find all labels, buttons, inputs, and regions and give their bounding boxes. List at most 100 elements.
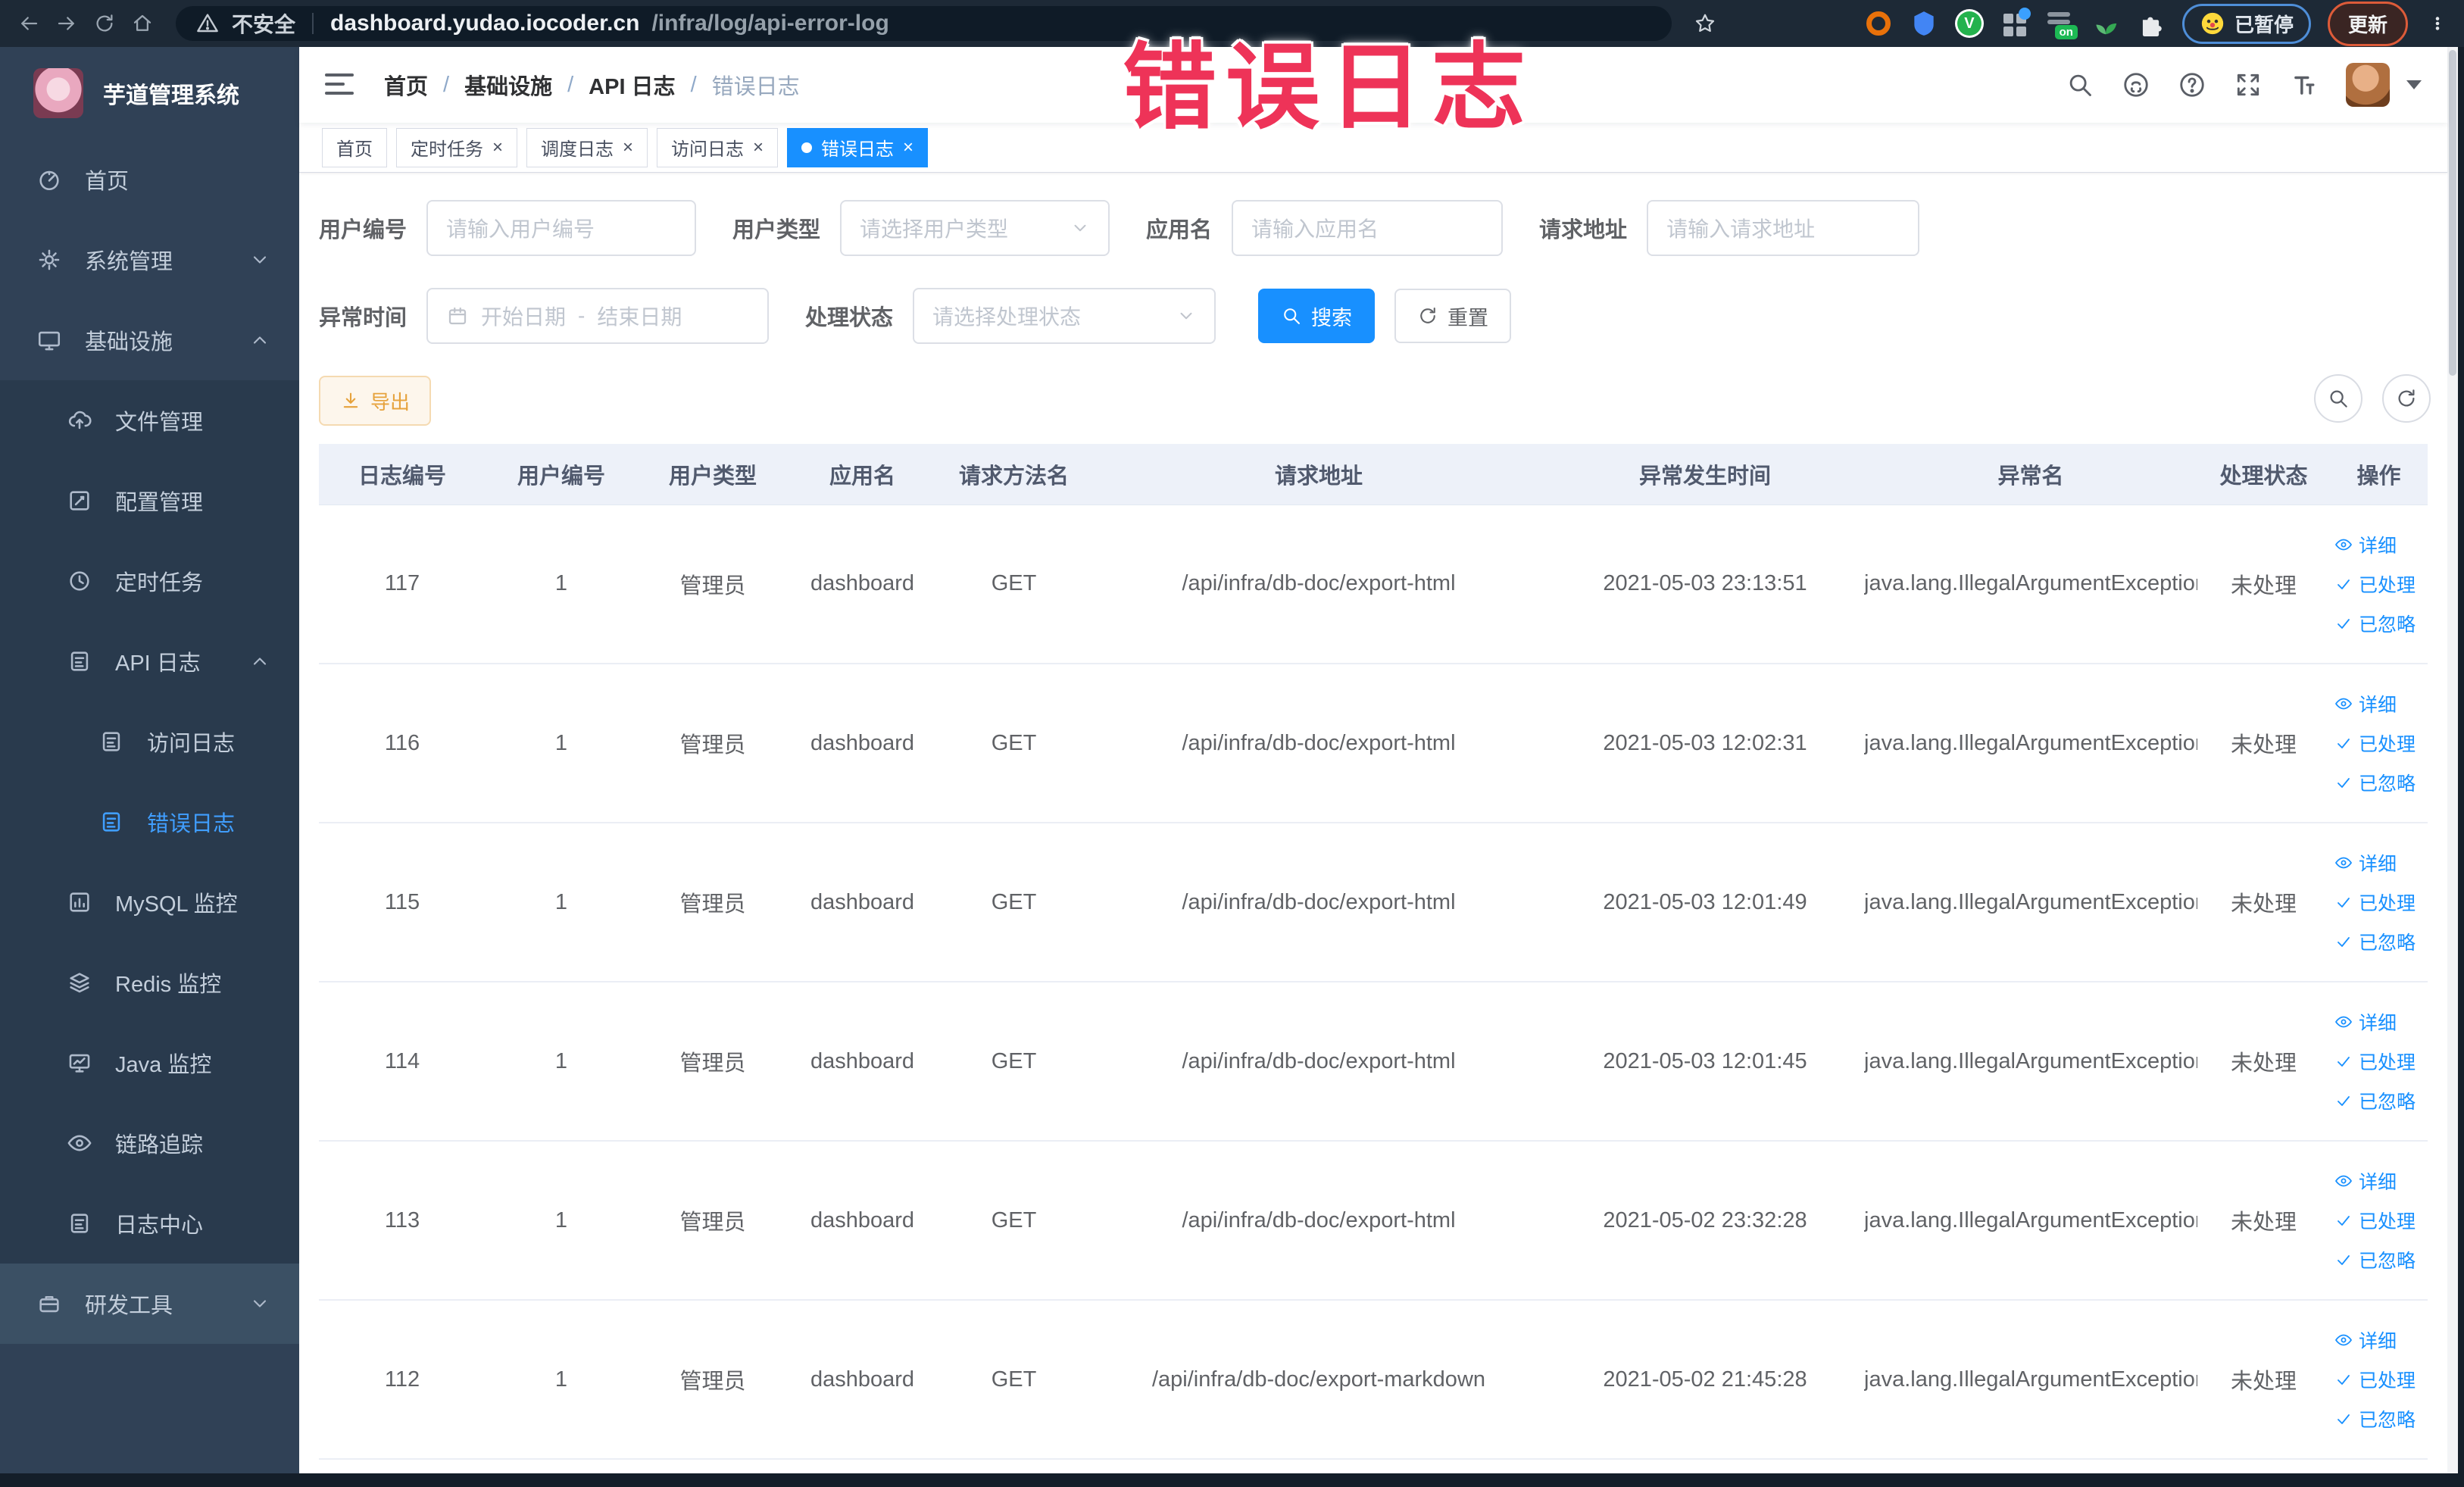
detail-link[interactable]: 详细 — [2334, 690, 2397, 717]
github-icon[interactable] — [2122, 70, 2150, 99]
back-icon[interactable] — [14, 8, 44, 39]
reload-icon[interactable] — [89, 8, 120, 39]
processed-link[interactable]: 已处理 — [2334, 1207, 2416, 1234]
sidebar-item-配置管理[interactable]: 配置管理 — [0, 461, 299, 541]
logo-row[interactable]: 芋道管理系统 — [0, 47, 299, 139]
sidebar-item-API 日志[interactable]: API 日志 — [0, 621, 299, 701]
reset-button[interactable]: 重置 — [1394, 289, 1512, 343]
breadcrumb-item-首页[interactable]: 首页 — [384, 69, 428, 101]
sidebar-item-系统管理[interactable]: 系统管理 — [0, 220, 299, 300]
tag-label: 错误日志 — [821, 139, 895, 160]
status-select[interactable]: 请选择处理状态 — [913, 288, 1216, 344]
export-button[interactable]: 导出 — [319, 376, 432, 426]
user-type-select[interactable]: 请选择用户类型 — [840, 200, 1110, 256]
hamburger-icon[interactable] — [325, 73, 354, 96]
app-name-label: 应用名 — [1146, 218, 1213, 242]
browser-chrome: 不安全 dashboard.yudao.iocoder.cn/infra/log… — [0, 0, 2464, 47]
sidebar-item-研发工具[interactable]: 研发工具 — [0, 1264, 299, 1344]
fullscreen-icon[interactable] — [2234, 70, 2263, 99]
extension-sprout-icon[interactable] — [2091, 9, 2120, 38]
sidebar-item-定时任务[interactable]: 定时任务 — [0, 541, 299, 621]
processed-link[interactable]: 已处理 — [2334, 1048, 2416, 1075]
ignored-link[interactable]: 已忽略 — [2334, 1087, 2416, 1114]
sidebar-item-文件管理[interactable]: 文件管理 — [0, 380, 299, 461]
search-button[interactable]: 搜索 — [1258, 289, 1376, 343]
sidebar-item-日志中心[interactable]: 日志中心 — [0, 1183, 299, 1264]
close-icon[interactable]: × — [492, 138, 503, 157]
detail-link[interactable]: 详细 — [2334, 1326, 2397, 1354]
sidebar-item-Java 监控[interactable]: Java 监控 — [0, 1023, 299, 1103]
close-icon[interactable]: × — [623, 138, 633, 157]
extension-adguard-icon[interactable]: V — [1954, 9, 1984, 38]
tag-tab-定时任务[interactable]: 定时任务 × — [396, 127, 518, 167]
bookmark-star-icon[interactable] — [1690, 8, 1720, 39]
cell-status: 未处理 — [2197, 505, 2330, 664]
breadcrumb-item-API 日志[interactable]: API 日志 — [589, 69, 675, 101]
extensions-puzzle-icon[interactable] — [2137, 9, 2166, 38]
devtools-icon — [36, 1291, 62, 1317]
sidebar-item-首页[interactable]: 首页 — [0, 139, 299, 220]
avatar-caret-icon[interactable] — [2406, 80, 2422, 89]
ignored-link[interactable]: 已忽略 — [2334, 1405, 2416, 1432]
sidebar-item-错误日志[interactable]: 错误日志 — [0, 782, 299, 862]
extension-grid-icon[interactable] — [2000, 8, 2031, 38]
extension-shield-icon[interactable] — [1910, 9, 1938, 38]
check-icon — [2334, 1211, 2353, 1229]
browser-update-button[interactable]: 更新 — [2327, 1, 2408, 46]
breadcrumb-separator: / — [690, 72, 697, 97]
job-icon — [67, 568, 92, 594]
detail-link[interactable]: 详细 — [2334, 531, 2397, 558]
extension-orange-icon[interactable] — [1864, 9, 1893, 38]
tag-tab-错误日志[interactable]: 错误日志 × — [787, 127, 929, 167]
ignored-link[interactable]: 已忽略 — [2334, 769, 2416, 796]
doc-icon — [67, 648, 92, 674]
scrollbar[interactable] — [2447, 47, 2458, 1473]
processed-link[interactable]: 已处理 — [2334, 889, 2416, 916]
help-icon[interactable] — [2178, 70, 2206, 99]
breadcrumb-item-基础设施[interactable]: 基础设施 — [464, 69, 552, 101]
exception-time-range-picker[interactable]: 开始日期 - 结束日期 — [426, 288, 770, 344]
scrollbar-thumb[interactable] — [2449, 50, 2456, 376]
search-icon — [2327, 387, 2350, 410]
sidebar-item-访问日志[interactable]: 访问日志 — [0, 701, 299, 782]
user-avatar[interactable] — [2346, 63, 2390, 107]
browser-menu-icon[interactable] — [2425, 11, 2450, 36]
ignored-link[interactable]: 已忽略 — [2334, 610, 2416, 637]
font-size-icon[interactable] — [2290, 70, 2319, 99]
sidebar-item-链路追踪[interactable]: 链路追踪 — [0, 1103, 299, 1183]
dashboard-icon — [36, 167, 62, 192]
url-bar[interactable]: 不安全 dashboard.yudao.iocoder.cn/infra/log… — [176, 6, 1672, 41]
column-header-异常发生时间: 异常发生时间 — [1546, 444, 1864, 505]
tag-tab-调度日志[interactable]: 调度日志 × — [526, 127, 648, 167]
tag-tab-首页[interactable]: 首页 — [322, 127, 387, 167]
exception-time-label: 异常时间 — [319, 306, 408, 330]
forward-icon[interactable] — [52, 8, 82, 39]
breadcrumb-item-错误日志: 错误日志 — [711, 75, 800, 99]
detail-link[interactable]: 详细 — [2334, 1008, 2397, 1036]
profile-paused-badge[interactable]: 已暂停 — [2181, 3, 2311, 44]
toggle-search-button[interactable] — [2314, 374, 2363, 423]
processed-link[interactable]: 已处理 — [2334, 570, 2416, 598]
check-icon — [2334, 1251, 2353, 1269]
extension-switch-icon[interactable]: on — [2046, 9, 2078, 39]
sidebar-item-基础设施[interactable]: 基础设施 — [0, 300, 299, 380]
request-url-input[interactable]: 请输入请求地址 — [1647, 200, 1920, 256]
processed-link[interactable]: 已处理 — [2334, 1366, 2416, 1393]
ignored-link[interactable]: 已忽略 — [2334, 928, 2416, 955]
detail-link[interactable]: 详细 — [2334, 849, 2397, 876]
sidebar-item-Redis 监控[interactable]: Redis 监控 — [0, 942, 299, 1023]
detail-link[interactable]: 详细 — [2334, 1167, 2397, 1195]
ignored-link[interactable]: 已忽略 — [2334, 1246, 2416, 1273]
cell-id: 112 — [319, 1300, 486, 1460]
user-id-input[interactable]: 请输入用户编号 — [426, 200, 697, 256]
app-name-input[interactable]: 请输入应用名 — [1232, 200, 1504, 256]
sidebar-item-MySQL 监控[interactable]: MySQL 监控 — [0, 862, 299, 942]
close-icon[interactable]: × — [903, 138, 913, 157]
search-icon[interactable] — [2066, 70, 2094, 99]
refresh-table-button[interactable] — [2382, 374, 2431, 423]
tag-tab-访问日志[interactable]: 访问日志 × — [657, 127, 779, 167]
close-icon[interactable]: × — [753, 138, 764, 157]
processed-link[interactable]: 已处理 — [2334, 729, 2416, 757]
tag-label: 首页 — [336, 139, 373, 160]
browser-home-icon[interactable] — [127, 8, 158, 39]
